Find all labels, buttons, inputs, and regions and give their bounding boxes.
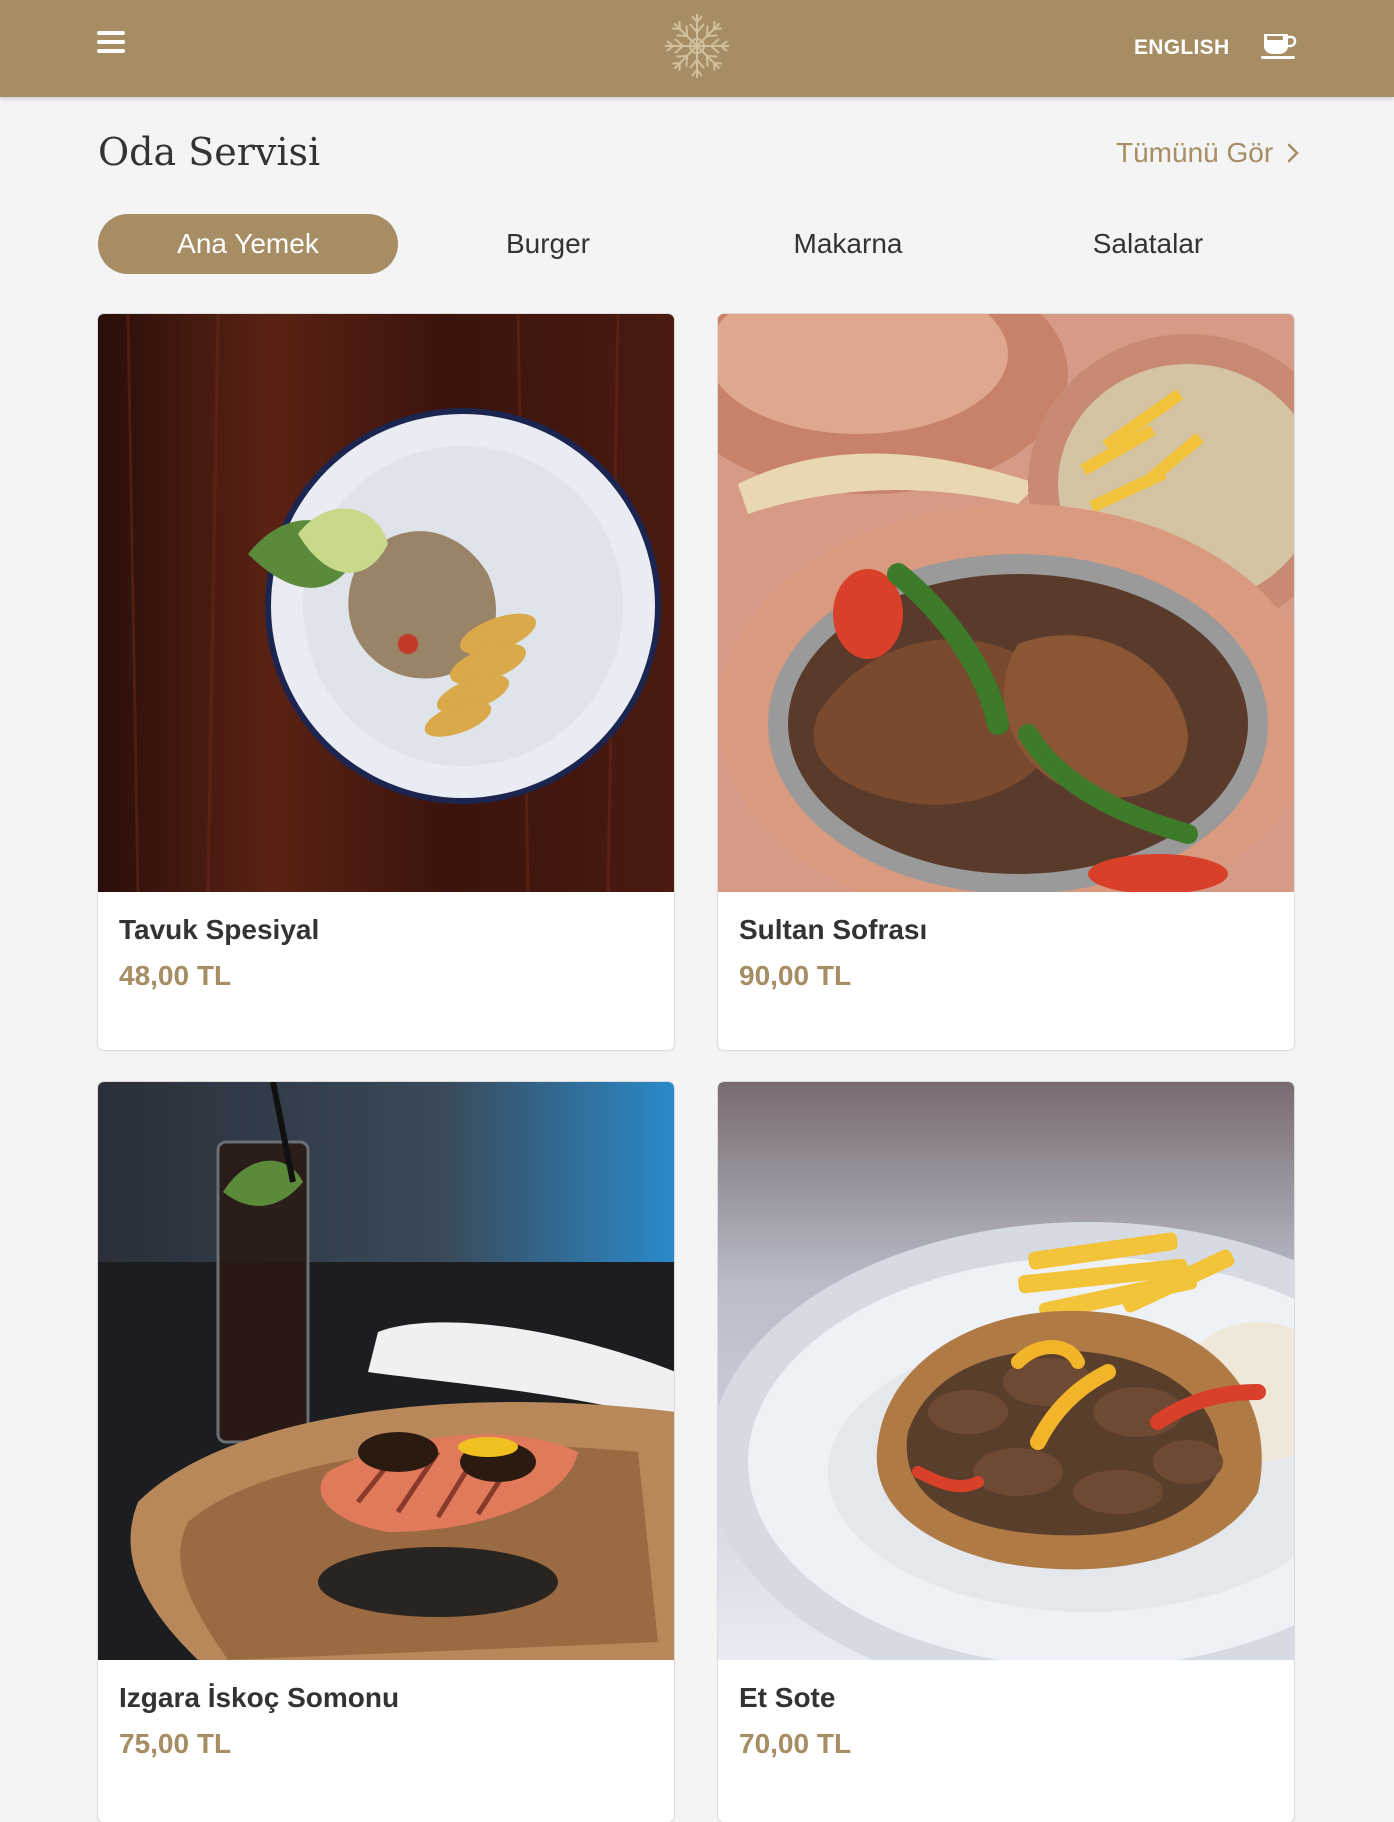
product-name: Tavuk Spesiyal <box>119 914 320 945</box>
snowflake-logo-icon[interactable] <box>657 6 737 86</box>
product-price: 75,00 TL <box>119 1728 232 1759</box>
product-name: Sultan Sofrası <box>739 914 928 945</box>
category-tabs: Ana Yemek Burger Makarna Salatalar <box>98 214 1298 274</box>
see-all-label: Tümünü Gör <box>1116 137 1274 168</box>
coffee-cup-icon[interactable] <box>1261 30 1297 60</box>
top-bar: ENGLISH <box>0 0 1394 97</box>
product-name: Izgara İskoç Somonu <box>119 1682 400 1713</box>
tab-burger[interactable]: Burger <box>398 214 698 274</box>
product-card[interactable]: Et Sote 70,00 TL <box>718 1082 1294 1822</box>
product-image <box>718 314 1294 892</box>
hamburger-menu-icon[interactable] <box>97 31 125 55</box>
chevron-right-icon <box>1287 143 1299 163</box>
product-image <box>98 1082 674 1660</box>
product-price: 90,00 TL <box>739 960 852 991</box>
tab-salatalar[interactable]: Salatalar <box>998 214 1298 274</box>
product-name: Et Sote <box>739 1682 836 1713</box>
page-title: Oda Servisi <box>98 130 321 174</box>
product-image <box>98 314 674 892</box>
product-image <box>718 1082 1294 1660</box>
language-switch[interactable]: ENGLISH <box>1134 36 1229 60</box>
product-card[interactable]: Sultan Sofrası 90,00 TL <box>718 314 1294 1050</box>
see-all-link[interactable]: Tümünü Gör <box>1116 137 1299 169</box>
tab-makarna[interactable]: Makarna <box>698 214 998 274</box>
product-card[interactable]: Tavuk Spesiyal 48,00 TL <box>98 314 674 1050</box>
tab-ana-yemek[interactable]: Ana Yemek <box>98 214 398 274</box>
product-price: 70,00 TL <box>739 1728 852 1759</box>
product-card[interactable]: Izgara İskoç Somonu 75,00 TL <box>98 1082 674 1822</box>
product-price: 48,00 TL <box>119 960 232 991</box>
